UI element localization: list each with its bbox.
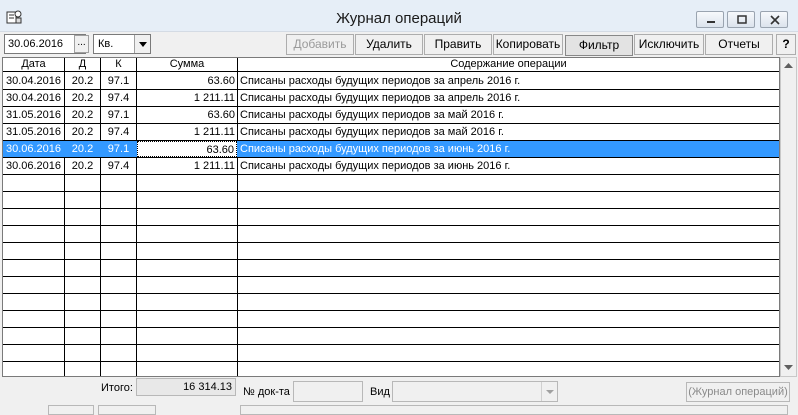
table-row[interactable] <box>3 345 779 362</box>
doc-number-label: № док-та <box>243 386 290 398</box>
cell-description[interactable]: Списаны расходы будущих периодов за июнь… <box>238 141 778 157</box>
help-button[interactable]: ? <box>776 34 796 55</box>
table-row[interactable]: 30.06.2016 20.2 97.4 1 211.11 Списаны расход… <box>3 158 779 175</box>
cell-credit[interactable]: 97.4 <box>101 124 136 140</box>
cell-debit[interactable]: 20.2 <box>65 73 100 89</box>
table-row[interactable]: 30.04.2016 20.2 97.1 63.60 Списаны расходы б… <box>3 73 779 90</box>
close-icon <box>770 15 780 25</box>
table-row[interactable] <box>3 260 779 277</box>
bottom-field[interactable] <box>48 405 94 415</box>
table-row[interactable] <box>3 277 779 294</box>
column-header-credit[interactable]: К <box>101 58 137 72</box>
arrow-down-icon <box>784 365 793 370</box>
cell-description[interactable]: Списаны расходы будущих периодов за май … <box>238 124 778 140</box>
cell-description[interactable]: Списаны расходы будущих периодов за апре… <box>238 73 778 89</box>
cell-date[interactable]: 31.05.2016 <box>3 124 64 140</box>
cell-sum[interactable]: 63.60 <box>137 141 237 157</box>
minimize-button[interactable] <box>696 11 724 28</box>
cell-date[interactable]: 31.05.2016 <box>3 107 64 123</box>
column-header-sum[interactable]: Сумма <box>137 58 238 72</box>
scroll-up-button[interactable] <box>781 58 796 73</box>
table-row[interactable] <box>3 294 779 311</box>
arrow-up-icon <box>784 63 793 68</box>
table-row[interactable]: 31.05.2016 20.2 97.4 1 211.11 Списаны расход… <box>3 124 779 141</box>
cell-credit[interactable]: 97.1 <box>101 73 136 89</box>
table-row[interactable] <box>3 243 779 260</box>
table-row[interactable] <box>3 226 779 243</box>
minimize-icon <box>707 21 715 23</box>
bottom-field[interactable] <box>98 405 156 415</box>
delete-button[interactable]: Удалить <box>355 34 423 55</box>
edit-button[interactable]: Править <box>424 34 492 55</box>
table-row[interactable] <box>3 175 779 192</box>
cell-debit[interactable]: 20.2 <box>65 90 100 106</box>
table-row[interactable] <box>3 362 779 376</box>
table-row[interactable]: 30.04.2016 20.2 97.4 1 211.11 Списаны расход… <box>3 90 779 107</box>
column-header-description[interactable]: Содержание операции <box>238 58 779 72</box>
table-row[interactable] <box>3 192 779 209</box>
journal-operations-button[interactable]: (Журнал операций) <box>686 382 790 402</box>
total-label: Итого: <box>101 382 133 394</box>
table-row[interactable] <box>3 328 779 345</box>
reports-button[interactable]: Отчеты <box>705 34 773 55</box>
cell-sum[interactable]: 1 211.11 <box>137 158 237 174</box>
cell-debit[interactable]: 20.2 <box>65 107 100 123</box>
window-title: Журнал операций <box>336 10 462 27</box>
kind-label: Вид <box>370 386 390 398</box>
cell-credit[interactable]: 97.4 <box>101 158 136 174</box>
add-button[interactable]: Добавить <box>286 34 354 55</box>
table-row[interactable]: 31.05.2016 20.2 97.1 63.60 Списаны расходы б… <box>3 107 779 124</box>
chevron-down-icon[interactable] <box>134 35 150 53</box>
cell-sum[interactable]: 1 211.11 <box>137 90 237 106</box>
cell-description[interactable]: Списаны расходы будущих периодов за апре… <box>238 90 778 106</box>
title-bar: Журнал операций <box>0 0 798 32</box>
table-row[interactable] <box>3 311 779 328</box>
vertical-scrollbar[interactable] <box>780 57 797 377</box>
filter-button[interactable]: Фильтр <box>565 35 633 56</box>
doc-number-field[interactable] <box>293 381 363 402</box>
table-row[interactable] <box>3 209 779 226</box>
copy-button[interactable]: Копировать <box>493 34 563 55</box>
cell-debit[interactable]: 20.2 <box>65 124 100 140</box>
scroll-down-button[interactable] <box>781 361 796 376</box>
bottom-field[interactable] <box>240 405 788 415</box>
maximize-button[interactable] <box>727 11 755 28</box>
close-button[interactable] <box>760 11 788 28</box>
operations-table[interactable]: Дата Д К Сумма Содержание операции 30.04… <box>2 57 780 377</box>
exclude-button[interactable]: Исключить <box>634 34 704 55</box>
chevron-down-icon <box>541 382 557 401</box>
date-picker-button[interactable]: ... <box>74 35 89 53</box>
total-value: 16 314.13 <box>136 378 236 396</box>
cell-debit[interactable]: 20.2 <box>65 158 100 174</box>
cell-credit[interactable]: 97.4 <box>101 90 136 106</box>
cell-sum[interactable]: 1 211.11 <box>137 124 237 140</box>
cell-sum[interactable]: 63.60 <box>137 73 237 89</box>
cell-date[interactable]: 30.04.2016 <box>3 73 64 89</box>
cell-date[interactable]: 30.04.2016 <box>3 90 64 106</box>
cell-debit[interactable]: 20.2 <box>65 141 100 157</box>
table-header: Дата Д К Сумма Содержание операции <box>3 58 779 72</box>
cell-date[interactable]: 30.06.2016 <box>3 158 64 174</box>
table-row[interactable]: 30.06.2016 20.2 97.1 63.60 Списаны расходы б… <box>3 141 779 158</box>
cell-sum[interactable]: 63.60 <box>137 107 237 123</box>
period-select-value: Кв. <box>98 38 114 50</box>
cell-date[interactable]: 30.06.2016 <box>3 141 64 157</box>
cell-credit[interactable]: 97.1 <box>101 107 136 123</box>
cell-description[interactable]: Списаны расходы будущих периодов за июнь… <box>238 158 778 174</box>
period-select[interactable]: Кв. <box>93 34 151 54</box>
cell-credit[interactable]: 97.1 <box>101 141 136 157</box>
column-header-date[interactable]: Дата <box>3 58 65 72</box>
kind-select[interactable] <box>392 381 558 402</box>
cell-description[interactable]: Списаны расходы будущих периодов за май … <box>238 107 778 123</box>
column-header-debit[interactable]: Д <box>65 58 101 72</box>
maximize-icon <box>737 15 747 24</box>
